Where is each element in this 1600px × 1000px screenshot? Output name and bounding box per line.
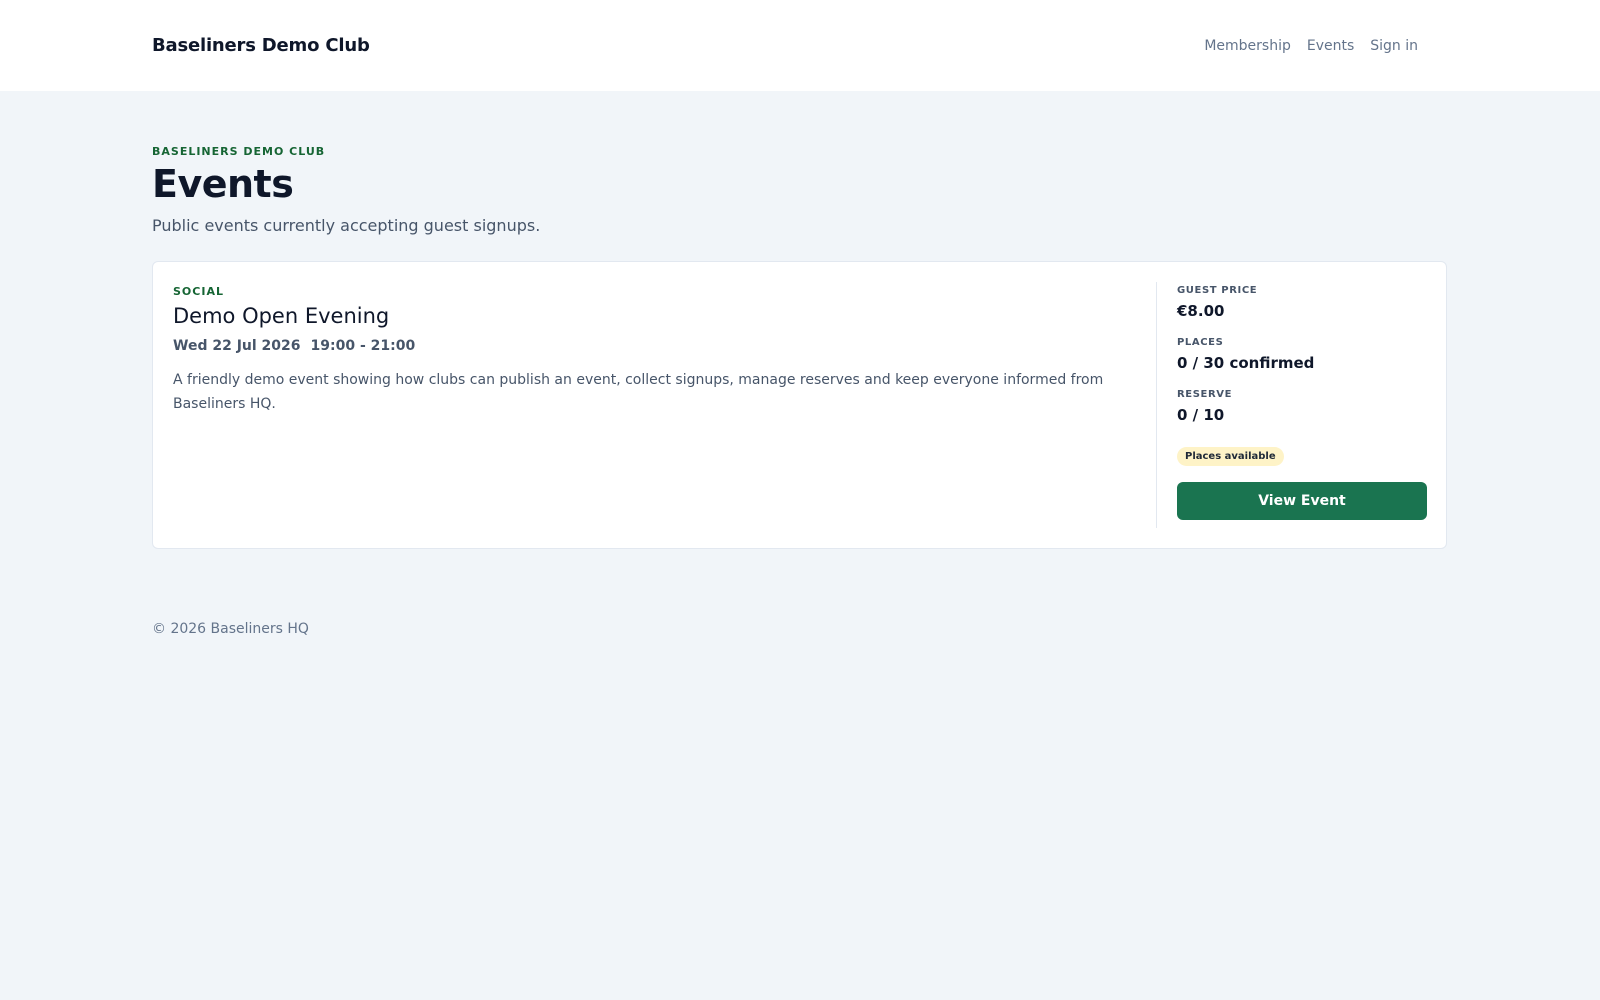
event-description: A friendly demo event showing how clubs …: [173, 372, 1104, 412]
stat-guest-price: GUEST PRICE €8.00: [1177, 285, 1426, 320]
view-event-button[interactable]: View Event: [1177, 482, 1427, 520]
footer-copyright: © 2026 Baseliners HQ: [152, 621, 309, 637]
stat-label: GUEST PRICE: [1177, 285, 1258, 296]
stat-value: 0 / 10: [1177, 406, 1225, 424]
stat-places: PLACES 0 / 30 confirmed: [1177, 337, 1426, 372]
brand-name[interactable]: Baseliners Demo Club: [152, 35, 370, 56]
event-card: SOCIAL Demo Open Evening Wed 22 Jul 2026…: [152, 261, 1447, 549]
stat-value: €8.00: [1177, 302, 1225, 320]
page-eyebrow: BASELINERS DEMO CLUB: [152, 145, 326, 158]
nav-link-events[interactable]: Events: [1307, 38, 1354, 54]
nav-link-membership[interactable]: Membership: [1204, 38, 1291, 54]
top-navbar: Baseliners Demo Club Membership Events S…: [0, 0, 1600, 91]
stat-value: 0 / 30 confirmed: [1177, 354, 1315, 372]
event-title: Demo Open Evening: [173, 304, 390, 328]
event-details: SOCIAL Demo Open Evening Wed 22 Jul 2026…: [173, 282, 1156, 528]
stat-label: PLACES: [1177, 337, 1224, 348]
event-datetime: Wed 22 Jul 2026 19:00 - 21:00: [173, 338, 1116, 354]
event-time: 19:00 - 21:00: [310, 338, 416, 354]
stat-reserve: RESERVE 0 / 10: [1177, 389, 1426, 424]
stat-label: RESERVE: [1177, 389, 1233, 400]
nav-link-sign-in[interactable]: Sign in: [1370, 38, 1418, 54]
event-date: Wed 22 Jul 2026: [173, 338, 301, 354]
main-content: BASELINERS DEMO CLUB Events Public event…: [0, 91, 1600, 549]
main-nav: Membership Events Sign in: [1204, 38, 1418, 54]
event-category: SOCIAL: [173, 285, 224, 298]
page-subtitle: Public events currently accepting guest …: [152, 216, 541, 235]
status-badge: Places available: [1177, 447, 1284, 466]
footer: © 2026 Baseliners HQ: [0, 549, 1600, 637]
event-summary: GUEST PRICE €8.00 PLACES 0 / 30 confirme…: [1156, 282, 1427, 528]
page-title: Events: [152, 162, 294, 206]
